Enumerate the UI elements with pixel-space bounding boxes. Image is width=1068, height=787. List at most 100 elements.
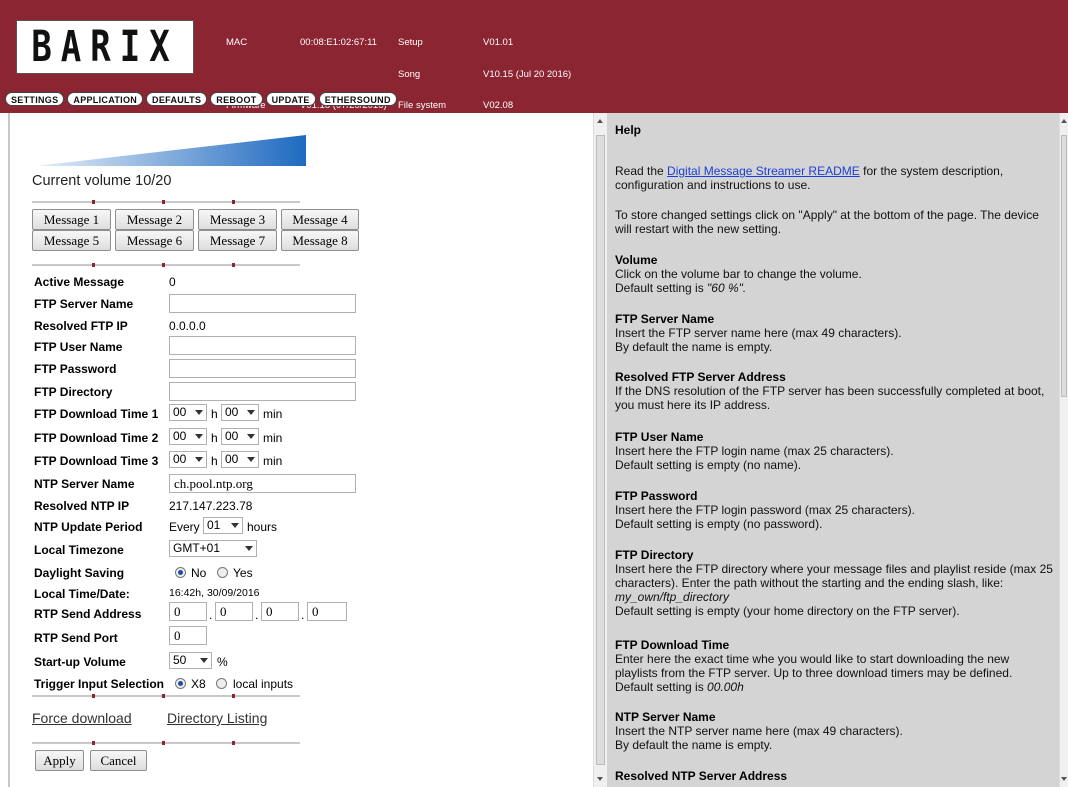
startup-volume-select[interactable]: 50: [169, 652, 212, 669]
scroll-down-arrow-icon[interactable]: [597, 777, 603, 781]
hour-value: 00: [173, 405, 187, 419]
ftp-password-label: FTP Password: [34, 362, 117, 376]
chevron-down-icon: [245, 546, 253, 551]
help-line: Insert here the FTP directory where your…: [615, 562, 1053, 590]
info-label: Song: [398, 68, 421, 80]
help-line: Default setting is empty (no name).: [615, 458, 802, 472]
apply-button[interactable]: Apply: [35, 750, 84, 771]
help-line: Insert here the FTP login name (max 25 c…: [615, 444, 894, 458]
rtp-address-octet-2[interactable]: 0: [215, 602, 253, 621]
download-time-2-min-select[interactable]: 00: [221, 428, 259, 445]
volume-bar[interactable]: [36, 135, 306, 166]
help-scrollbar[interactable]: [1059, 113, 1068, 787]
ftp-password-input[interactable]: [169, 359, 356, 378]
hour-value: 00: [173, 452, 187, 466]
help-section-text: Insert here the FTP directory where your…: [615, 562, 1055, 618]
daylight-yes-radio[interactable]: [217, 567, 228, 578]
main-menu: SETTINGS APPLICATION DEFAULTS REBOOT UPD…: [5, 92, 397, 106]
trigger-x8-radio[interactable]: [175, 678, 186, 689]
ftp-server-name-input[interactable]: [169, 294, 356, 313]
chevron-down-icon: [247, 434, 255, 439]
startup-volume-label: Start-up Volume: [34, 655, 126, 669]
default-pre: Default setting is: [615, 680, 708, 694]
help-section-title: FTP User Name: [615, 430, 704, 444]
scrollbar-thumb[interactable]: [596, 135, 605, 765]
menu-reboot[interactable]: REBOOT: [210, 92, 263, 106]
ftp-download-time-3-label: FTP Download Time 3: [34, 454, 159, 468]
info-label: Setup: [398, 37, 423, 48]
scroll-up-arrow-icon[interactable]: [1061, 119, 1067, 123]
rtp-send-port-input[interactable]: 0: [169, 626, 207, 645]
rtp-address-octet-1[interactable]: 0: [169, 602, 207, 621]
download-time-3-min-select[interactable]: 00: [221, 451, 259, 468]
readme-link[interactable]: Digital Message Streamer README: [667, 164, 860, 178]
default-pre: Default setting is: [615, 281, 708, 295]
help-intro-pre: Read the: [615, 164, 668, 178]
scrollbar-thumb[interactable]: [1061, 135, 1067, 397]
chevron-down-icon: [200, 658, 208, 663]
menu-update[interactable]: UPDATE: [265, 92, 316, 106]
trigger-input-label: Trigger Input Selection: [34, 677, 165, 691]
help-line: Click on the volume bar to change the vo…: [615, 267, 862, 281]
message-6-button[interactable]: Message 6: [115, 230, 194, 251]
timezone-value: GMT+01: [173, 541, 221, 555]
menu-ethersound[interactable]: ETHERSOUND: [318, 92, 397, 106]
active-message-value: 0: [169, 275, 176, 289]
chevron-down-icon: [195, 410, 203, 415]
cancel-button[interactable]: Cancel: [90, 750, 147, 771]
scroll-up-arrow-icon[interactable]: [597, 119, 603, 123]
current-volume-label: Current volume 10/20: [32, 173, 172, 189]
help-line: Default setting is empty (no password).: [615, 517, 823, 531]
trigger-local-radio[interactable]: [216, 678, 227, 689]
download-time-1-min-select[interactable]: 00: [221, 404, 259, 421]
period-value: 01: [207, 518, 221, 532]
ntp-update-prefix: Every: [169, 520, 200, 534]
chevron-down-icon: [231, 523, 239, 528]
help-store-note: To store changed settings click on "Appl…: [615, 208, 1039, 236]
menu-settings[interactable]: SETTINGS: [5, 92, 65, 106]
directory-listing-link[interactable]: Directory Listing: [167, 710, 267, 726]
resolved-ntp-ip-label: Resolved NTP IP: [34, 499, 130, 513]
download-time-1-hour-select[interactable]: 00: [169, 404, 207, 421]
help-section-title: FTP Download Time: [615, 638, 730, 652]
message-8-button[interactable]: Message 8: [281, 230, 359, 251]
help-section-text: Enter here the exact time whe you would …: [615, 652, 1055, 694]
separator: [32, 741, 300, 745]
settings-scrollbar[interactable]: [593, 113, 607, 787]
min-value: 00: [225, 405, 239, 419]
help-section-text: Insert here the FTP login password (max …: [615, 503, 1055, 531]
help-em-line: my_own/ftp_directory: [615, 590, 1055, 604]
ftp-user-name-input[interactable]: [169, 336, 356, 355]
scroll-down-arrow-icon[interactable]: [1061, 777, 1067, 781]
download-time-3-hour-select[interactable]: 00: [169, 451, 207, 468]
menu-defaults[interactable]: DEFAULTS: [146, 92, 208, 106]
message-1-button[interactable]: Message 1: [32, 209, 111, 230]
help-default-line: Default setting is "60 %".: [615, 281, 1055, 295]
info-value: V02.08: [483, 100, 514, 111]
force-download-link[interactable]: Force download: [32, 710, 132, 726]
separator: [32, 694, 300, 698]
min-unit: min: [263, 431, 283, 445]
menu-application[interactable]: APPLICATION: [67, 92, 144, 106]
message-7-button[interactable]: Message 7: [198, 230, 277, 251]
ntp-update-period-select[interactable]: 01: [203, 517, 243, 534]
ntp-update-period-label: NTP Update Period: [34, 520, 143, 534]
message-3-button[interactable]: Message 3: [198, 209, 277, 230]
local-timezone-select[interactable]: GMT+01: [169, 540, 257, 557]
help-default-line: Default setting is 00.00h: [615, 680, 1055, 694]
message-5-button[interactable]: Message 5: [32, 230, 111, 251]
help-section-title: NTP Server Name: [615, 710, 716, 724]
ntp-server-name-input[interactable]: ch.pool.ntp.org: [169, 474, 356, 493]
help-line: Default setting is empty (your home dire…: [615, 604, 960, 618]
hour-unit: h: [211, 407, 218, 421]
daylight-no-radio[interactable]: [175, 567, 186, 578]
message-2-button[interactable]: Message 2: [115, 209, 194, 230]
download-time-2-hour-select[interactable]: 00: [169, 428, 207, 445]
rtp-address-octet-3[interactable]: 0: [261, 602, 299, 621]
message-4-button[interactable]: Message 4: [281, 209, 359, 230]
ftp-directory-input[interactable]: [169, 382, 356, 401]
path-example: my_own/ftp_directory: [615, 590, 730, 604]
hour-unit: h: [211, 431, 218, 445]
ftp-download-time-1-label: FTP Download Time 1: [34, 407, 159, 421]
rtp-address-octet-4[interactable]: 0: [307, 602, 347, 621]
